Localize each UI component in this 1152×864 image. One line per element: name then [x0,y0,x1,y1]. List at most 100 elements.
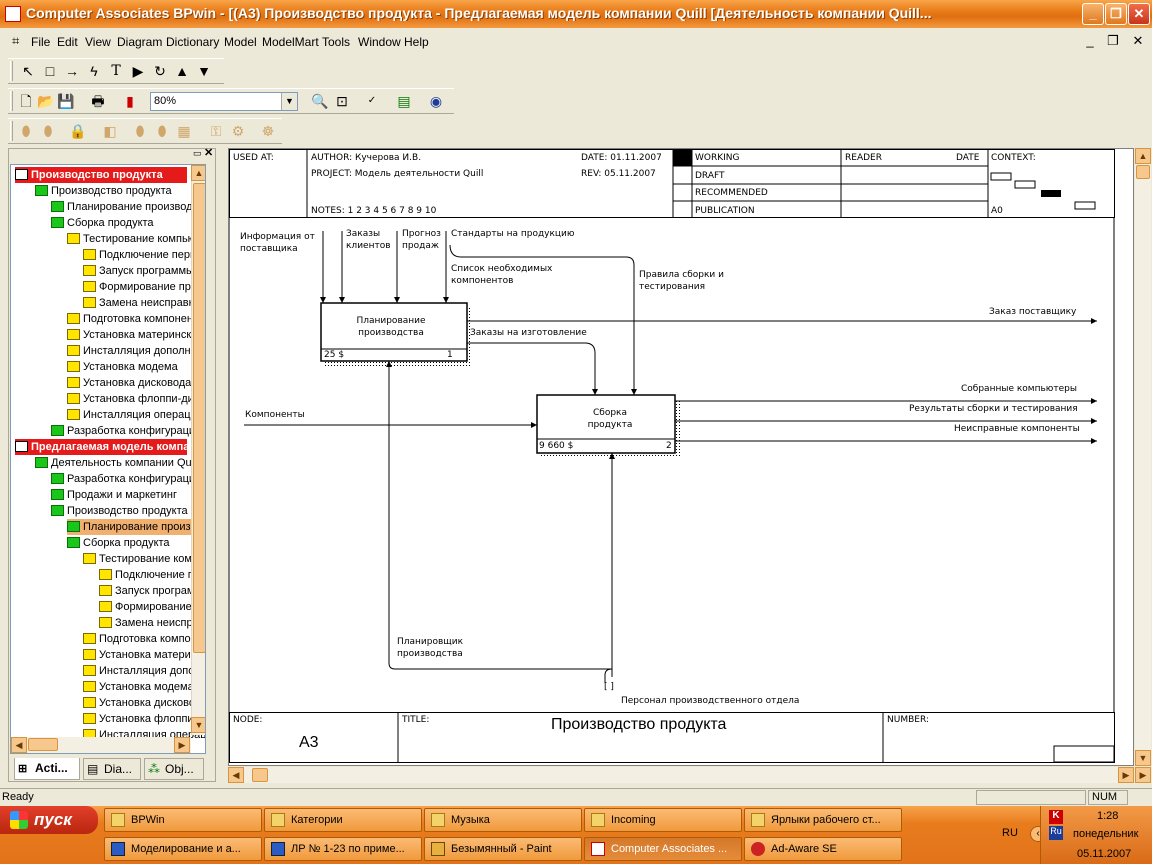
panel-minimize-icon[interactable]: ▭ [193,148,202,159]
mdi-minimize-button[interactable]: _ [1080,32,1100,50]
scroll-up-icon[interactable]: ▲ [191,165,205,181]
tree-item[interactable]: Тестирование компьютера [83,551,205,567]
text-tool-icon[interactable]: T [106,61,126,81]
diagram-hscroll-thumb[interactable] [252,768,268,782]
tree-item[interactable]: Подключение периферии [83,247,205,263]
menu-edit[interactable]: Edit [57,35,78,49]
tree-item[interactable]: Подготовка компонентов [83,631,205,647]
menu-file[interactable]: File [31,35,50,49]
tree-item[interactable]: Установка флоппи-дисковода [83,711,205,727]
task-paint[interactable]: Безымянный - Paint [424,837,582,861]
minimize-button[interactable]: _ [1082,3,1104,25]
tree-item[interactable]: Планирование производства [51,199,205,215]
tree-item[interactable]: Инсталляция дополнительных [67,343,205,359]
keyboard-layout-icon[interactable]: Ru [1049,826,1063,840]
tree-item[interactable]: Производство продукта [35,183,172,199]
tree-item[interactable]: Установка дисковода [83,695,205,711]
diagram-canvas[interactable]: [ ] USED AT: AUTHOR: Кучерова И.В. PROJE… [228,148,1134,766]
scroll-left-icon[interactable]: ◀ [11,737,27,753]
task-incoming[interactable]: Incoming [584,808,742,832]
scroll-right-icon[interactable]: ▶ [174,737,190,753]
task-music[interactable]: Музыка [424,808,582,832]
tree-item[interactable]: Установка флоппи-дисковода [67,391,205,407]
go-down-icon[interactable]: ▼ [194,61,214,81]
arrow-label-components-list[interactable]: Список необходимых компонентов [451,263,571,287]
tree-item[interactable]: Установка модема [83,679,194,695]
zoom-in-icon[interactable]: 🔍 [310,91,330,111]
tree-item[interactable]: Подключение периферии [99,567,205,583]
menu-diagram[interactable]: Diagram [117,35,162,49]
tree-item[interactable]: Тестирование компьютера [67,231,205,247]
go-to-child-icon[interactable]: ▶ [128,61,148,81]
arrow-label-rules[interactable]: Правила сборки и тестирования [639,269,749,293]
menu-dictionary[interactable]: Dictionary [166,35,219,49]
mdi-doc-icon[interactable]: ⌗ [12,33,19,49]
tree-item[interactable]: Установка материнской [67,327,204,343]
tree-item[interactable]: Деятельность компании Quill [35,455,199,471]
tree-item[interactable]: Продажи и маркетинг [51,487,177,503]
arrow-label-orders[interactable]: Заказы клиентов [346,228,391,252]
tree-item[interactable]: Производство продукта [51,503,188,519]
menu-window[interactable]: Window [358,35,401,49]
mdi-close-button[interactable]: ✕ [1128,32,1148,50]
mm-merge-icon[interactable]: ⚙ [228,121,248,141]
lock-icon[interactable]: 🔒 [68,121,88,141]
tree-item[interactable]: Установка материнской [83,647,205,663]
tree-item[interactable]: Инсталляция операционной [67,407,205,423]
panel-close-icon[interactable]: ✕ [204,146,213,159]
title-bar[interactable]: Computer Associates BPwin - [(A3) Произв… [0,0,1152,28]
tree-item[interactable]: Инсталляция дополнительных [83,663,205,679]
mm-library-icon[interactable]: ◧ [100,121,120,141]
arrow-label-info[interactable]: Информация от поставщика [240,231,322,255]
chevron-down-icon[interactable]: ▼ [281,93,297,110]
scroll-left-icon[interactable]: ◀ [228,767,244,783]
squiggle-tool-icon[interactable]: ϟ [84,61,104,81]
diagram-horizontal-scrollbar[interactable]: ◀ ▶ [228,767,1134,783]
tree-horizontal-scrollbar[interactable]: ◀ ▶ [11,737,191,753]
toolbar-grip[interactable] [10,61,13,81]
tree-item[interactable]: Установка модема [67,359,178,375]
go-to-sibling-icon[interactable]: ↻ [150,61,170,81]
arrow-tool-icon[interactable]: → [62,61,82,81]
task-bpwin[interactable]: BPWin [104,808,262,832]
save-icon[interactable]: 💾 [56,91,76,111]
kaspersky-icon[interactable]: K [1049,810,1063,824]
language-indicator[interactable]: RU [1002,827,1018,839]
diagram-vscroll-thumb[interactable] [1136,165,1150,179]
scroll-right-icon[interactable]: ▶ [1118,767,1134,783]
scroll-down-icon[interactable]: ▼ [1135,750,1151,766]
modelmart-icon[interactable]: ◉ [426,91,446,111]
tree-item[interactable]: Запуск программы [83,263,194,279]
arrow-label-staff[interactable]: Персонал производственного отдела [621,695,799,707]
menu-model[interactable]: Model [224,35,257,49]
close-button[interactable]: ✕ [1128,3,1150,25]
mdi-restore-button[interactable]: ❐ [1103,32,1123,50]
tab-diagrams[interactable]: ▤ Dia... [83,758,141,780]
task-shortcuts[interactable]: Ярлыки рабочего ст... [744,808,902,832]
pointer-tool-icon[interactable]: ↖ [18,61,38,81]
arrow-label-faulty[interactable]: Неисправные компоненты [954,423,1080,435]
arrow-label-forecast[interactable]: Прогноз продаж [402,228,446,252]
arrow-label-assembled[interactable]: Собранные компьютеры [961,383,1077,395]
start-button[interactable]: пуск [0,806,98,834]
menu-modelmart[interactable]: ModelMart [262,35,319,49]
tree-item[interactable]: Замена неисправных [99,615,205,631]
tree-vertical-scrollbar[interactable]: ▲ ▼ [191,165,205,735]
scroll-down-icon[interactable]: ▼ [191,717,205,733]
menu-help[interactable]: Help [404,35,429,49]
box2-name[interactable]: Сборка продукта [581,407,639,431]
mm-connect-icon[interactable]: ⬮ [16,121,36,141]
mm-save-icon[interactable]: ⬮ [152,121,172,141]
menu-view[interactable]: View [85,35,111,49]
tree-item[interactable]: Замена неисправных [83,295,205,311]
tree-item[interactable]: Запуск программы [99,583,205,599]
mm-users-icon[interactable]: ☸ [258,121,278,141]
go-up-icon[interactable]: ▲ [172,61,192,81]
tree-model-header[interactable]: Предлагаемая модель компании [15,439,205,455]
tree-item[interactable]: Планирование производства [67,519,205,535]
print-icon[interactable]: 🖶 [88,91,108,111]
mm-grid-icon[interactable]: ▦ [174,121,194,141]
model-explorer-icon[interactable]: ▤ [394,91,414,111]
menu-tools[interactable]: Tools [322,35,350,49]
tree-hscroll-thumb[interactable] [28,738,58,751]
